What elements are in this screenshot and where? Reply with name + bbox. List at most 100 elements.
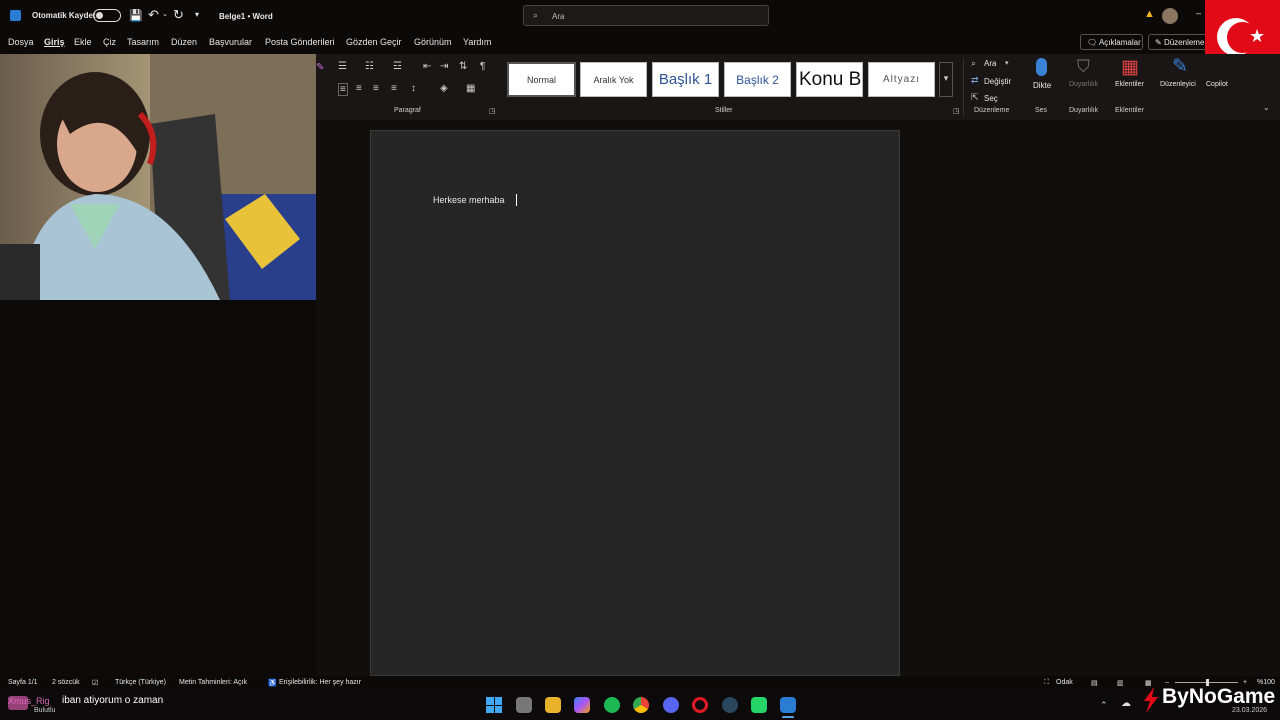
- style-heading-2[interactable]: Başlık 2: [724, 62, 791, 97]
- editor-icon[interactable]: ✎: [1172, 55, 1188, 78]
- shading-icon[interactable]: ◈: [440, 83, 448, 94]
- proofing-icon[interactable]: ☑: [92, 679, 98, 687]
- menu-draw[interactable]: Çiz: [103, 37, 116, 47]
- styles-dialog-launcher-icon[interactable]: ◳: [953, 107, 960, 115]
- chevron-down-icon[interactable]: ⌄: [162, 10, 168, 18]
- whatsapp-icon[interactable]: [751, 697, 767, 713]
- page-count[interactable]: Sayfa 1/1: [8, 679, 38, 686]
- windows-start-icon[interactable]: [486, 697, 502, 713]
- replace-button[interactable]: Değiştir: [984, 77, 1011, 86]
- style-subtitle-label: Altyazı: [882, 74, 920, 85]
- tray-chevron-up-icon[interactable]: ⌃: [1100, 700, 1108, 711]
- styles-more-button[interactable]: ▾: [939, 62, 953, 97]
- increase-indent-icon[interactable]: ⇥: [440, 61, 448, 72]
- style-normal[interactable]: Normal: [507, 62, 576, 97]
- discord-icon[interactable]: [663, 697, 679, 713]
- comments-button[interactable]: 🗨 Açıklamalar: [1080, 34, 1143, 50]
- collapse-ribbon-icon[interactable]: ⌄: [1263, 103, 1270, 112]
- edit-mode-button[interactable]: ✎ Düzenleme: [1148, 34, 1208, 50]
- replace-icon[interactable]: ⇄: [971, 75, 979, 86]
- menu-mailings[interactable]: Posta Gönderileri: [265, 37, 335, 47]
- multilevel-list-icon[interactable]: ☲: [393, 61, 402, 72]
- style-heading-1[interactable]: Başlık 1: [652, 62, 719, 97]
- customize-toolbar-icon[interactable]: ▾: [195, 10, 199, 19]
- align-right-icon[interactable]: ≡: [373, 83, 379, 94]
- copilot-button[interactable]: Copilot: [1206, 81, 1228, 88]
- find-icon[interactable]: ⌕: [971, 58, 976, 69]
- menu-review[interactable]: Gözden Geçir: [346, 37, 402, 47]
- addins-icon[interactable]: ▦: [1121, 56, 1139, 79]
- line-spacing-icon[interactable]: ↕: [411, 83, 416, 94]
- select-icon[interactable]: ⇱: [971, 92, 979, 103]
- text-predictions[interactable]: Metin Tahminleri: Açık: [179, 679, 247, 686]
- task-view-icon[interactable]: [516, 697, 532, 713]
- style-no-spacing[interactable]: Aralık Yok: [580, 62, 647, 97]
- menu-home[interactable]: Giriş: [44, 37, 65, 47]
- word-count[interactable]: 2 sözcük: [52, 679, 80, 686]
- language-indicator[interactable]: Türkçe (Türkiye): [115, 679, 166, 686]
- menu-design[interactable]: Tasarım: [127, 37, 159, 47]
- avatar[interactable]: [1162, 8, 1178, 24]
- search-box[interactable]: ⌕ Ara: [523, 5, 769, 26]
- file-explorer-icon[interactable]: [545, 697, 561, 713]
- show-marks-icon[interactable]: ¶: [480, 61, 485, 72]
- style-subtitle[interactable]: Altyazı: [868, 62, 935, 97]
- undo-icon[interactable]: ↶: [148, 7, 159, 23]
- justify-icon[interactable]: ≡: [391, 83, 397, 94]
- read-mode-icon[interactable]: ▤: [1091, 679, 1098, 687]
- menu-file[interactable]: Dosya: [8, 37, 34, 47]
- style-title[interactable]: Konu B: [796, 62, 863, 97]
- document-page[interactable]: Herkese merhaba: [370, 130, 900, 676]
- word-taskbar-icon[interactable]: [780, 697, 796, 713]
- borders-icon[interactable]: ▦: [466, 83, 475, 94]
- menu-help[interactable]: Yardım: [463, 37, 491, 47]
- pencil-icon: ✎: [1155, 38, 1162, 47]
- bullets-icon[interactable]: ☰: [338, 61, 347, 72]
- accessibility-status[interactable]: Erişilebilirlik: Her şey hazır: [279, 679, 361, 686]
- sensitivity-button[interactable]: Duyarlılık: [1069, 81, 1098, 88]
- network-icon[interactable]: ☁: [1121, 698, 1131, 709]
- editor-button[interactable]: Düzenleyici: [1160, 81, 1196, 88]
- webcam-image: [0, 54, 316, 300]
- spotify-icon[interactable]: [604, 697, 620, 713]
- minimize-icon[interactable]: –: [1196, 8, 1201, 18]
- menu-view[interactable]: Görünüm: [414, 37, 452, 47]
- focus-button[interactable]: Odak: [1056, 679, 1073, 686]
- redo-icon[interactable]: ↻: [173, 7, 184, 23]
- align-left-icon[interactable]: ≡: [338, 83, 348, 96]
- search-placeholder: Ara: [552, 12, 565, 21]
- sort-icon[interactable]: ⇅: [459, 61, 467, 72]
- voice-group-label: Ses: [1035, 107, 1048, 114]
- chrome-icon[interactable]: [633, 697, 649, 713]
- steam-icon[interactable]: [722, 697, 738, 713]
- sensitivity-icon[interactable]: ⛉: [1077, 57, 1090, 77]
- sensitivity-group-label: Duyarlılık: [1069, 107, 1099, 114]
- align-center-icon[interactable]: ≡: [356, 83, 362, 94]
- numbering-icon[interactable]: ☷: [365, 61, 374, 72]
- save-icon[interactable]: 💾: [129, 9, 143, 22]
- active-app-indicator: [782, 716, 794, 718]
- document-text[interactable]: Herkese merhaba: [433, 195, 505, 205]
- chevron-down-icon[interactable]: ▾: [1005, 59, 1009, 67]
- addins-button[interactable]: Eklentiler: [1115, 81, 1144, 88]
- microphone-icon[interactable]: [1036, 58, 1047, 76]
- text-cursor: [516, 194, 517, 206]
- find-button[interactable]: Ara: [984, 59, 996, 68]
- styles-group-label: Stiller: [715, 107, 733, 114]
- print-layout-icon[interactable]: ▥: [1117, 679, 1124, 687]
- autosave-toggle[interactable]: [93, 9, 121, 22]
- zoom-slider[interactable]: [1175, 679, 1238, 686]
- format-painter-icon[interactable]: ✎: [316, 62, 324, 73]
- style-normal-label: Normal: [526, 74, 556, 85]
- select-button[interactable]: Seç: [984, 94, 998, 103]
- menu-layout[interactable]: Düzen: [171, 37, 197, 47]
- warning-icon[interactable]: ▲: [1144, 8, 1155, 20]
- menu-insert[interactable]: Ekle: [74, 37, 92, 47]
- menu-references[interactable]: Başvurular: [209, 37, 252, 47]
- edit-mode-label: Düzenleme: [1163, 38, 1205, 47]
- dictate-button[interactable]: Dikte: [1033, 81, 1051, 90]
- copilot-taskbar-icon[interactable]: [574, 697, 590, 713]
- decrease-indent-icon[interactable]: ⇤: [423, 61, 431, 72]
- opera-icon[interactable]: [692, 697, 708, 713]
- dialog-launcher-icon[interactable]: ◳: [489, 107, 496, 115]
